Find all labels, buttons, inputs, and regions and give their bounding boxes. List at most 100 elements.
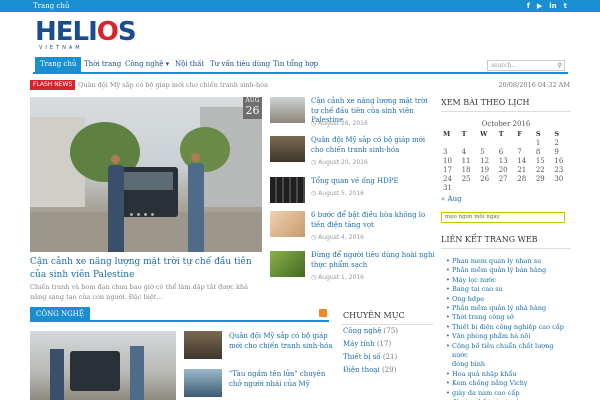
search-icon[interactable]: ⚲ xyxy=(558,61,562,70)
calendar-day[interactable]: 27 xyxy=(497,175,516,184)
calendar-day[interactable]: 17 xyxy=(441,166,460,175)
calendar-day[interactable]: 3 xyxy=(441,148,460,157)
calendar-day[interactable]: 4 xyxy=(460,148,479,157)
nav-item-general-news[interactable]: Tin tổng hợp xyxy=(268,57,323,72)
calendar-day[interactable]: 13 xyxy=(497,157,516,166)
twitter-icon[interactable]: t xyxy=(564,1,567,11)
section-post-thumbnail[interactable] xyxy=(184,331,222,359)
side-post-date: ◷ August 26, 2016 xyxy=(311,120,368,127)
calendar-weekday: S xyxy=(535,130,541,138)
calendar-day[interactable]: 12 xyxy=(478,157,497,166)
side-post[interactable]: Tổng quan về ống HDPE ◷ August 5, 2016 xyxy=(270,177,435,213)
calendar-day[interactable]: 2 xyxy=(552,139,571,148)
nav-item-technology[interactable]: Công nghệ ▾ xyxy=(120,57,174,72)
categories-heading: CHUYÊN MỤC xyxy=(341,307,433,325)
calendar-day[interactable]: 6 xyxy=(497,148,516,157)
link-item[interactable]: Phan mem quan ly nhan su xyxy=(446,257,568,267)
calendar-day[interactable]: 9 xyxy=(552,148,571,157)
link-item[interactable]: Bang tai cao su xyxy=(446,285,568,295)
link-item[interactable]: giày da nam cao cấp xyxy=(446,389,568,399)
category-item[interactable]: Máy tính (17) xyxy=(341,338,433,351)
calendar-day[interactable]: 15 xyxy=(534,157,553,166)
nav-item-furniture[interactable]: Nội thất xyxy=(170,57,209,72)
calendar-day[interactable]: 22 xyxy=(534,166,553,175)
section-label[interactable]: CÔNG NGHỆ xyxy=(30,307,90,322)
search-keyword-field[interactable]: mẹo ngon mỗi ngày xyxy=(441,212,565,223)
calendar-day[interactable]: 19 xyxy=(478,166,497,175)
logo-subtext: VIETNAM xyxy=(39,45,83,51)
calendar-day xyxy=(534,184,553,193)
nav-item-consumer-advice[interactable]: Tư vấn tiêu dùng xyxy=(205,57,275,72)
calendar-day[interactable]: 11 xyxy=(460,157,479,166)
side-post[interactable]: 6 bước để bật điều hòa không lo tiền điệ… xyxy=(270,211,435,247)
facebook-icon[interactable]: f xyxy=(527,1,530,11)
top-bar: Trang chủ f ▶ in t xyxy=(0,0,600,12)
section-post-title[interactable]: "Tàu ngầm tên lửa" chuyên chở người nhái… xyxy=(229,369,334,389)
side-post[interactable]: Quân đội Mỹ sắp có bộ giáp mới cho chiến… xyxy=(270,136,435,172)
side-post[interactable]: Cận cảnh xe năng lượng mặt trời tự chế đ… xyxy=(270,97,435,133)
calendar-day[interactable]: 24 xyxy=(441,175,460,184)
flash-news-bar: FLASH NEWS Quân đội Mỹ sắp có bộ giáp mớ… xyxy=(30,80,570,90)
side-post-title[interactable]: 6 bước để bật điều hòa không lo tiền điệ… xyxy=(311,211,435,230)
calendar-day[interactable]: 20 xyxy=(497,166,516,175)
link-item[interactable]: Công bố tiêu chuẩn chất lượng nước xyxy=(446,342,568,361)
calendar-weekday: W xyxy=(480,130,488,138)
side-post-thumbnail[interactable] xyxy=(270,211,305,237)
calendar-day[interactable]: 23 xyxy=(552,166,571,175)
side-post-title[interactable]: Tổng quan về ống HDPE xyxy=(311,177,435,187)
nav-item-home[interactable]: Trang chủ xyxy=(35,57,82,72)
calendar-prev-link[interactable]: « Aug xyxy=(441,195,571,203)
side-post-title[interactable]: Đừng để người tiêu dùng hoài nghi thực p… xyxy=(311,251,435,270)
calendar-day[interactable]: 7 xyxy=(515,148,534,157)
link-item[interactable]: Thiết bị điện công nghiệp cao cấp xyxy=(446,323,568,333)
side-post-thumbnail[interactable] xyxy=(270,251,305,277)
category-item[interactable]: Thiết bị số (21) xyxy=(341,351,433,364)
rss-icon[interactable] xyxy=(319,309,327,317)
section-main-image[interactable] xyxy=(30,331,176,400)
side-post-thumbnail[interactable] xyxy=(270,136,305,162)
calendar-day[interactable]: 31 xyxy=(441,184,460,193)
link-item[interactable]: Ong hdpe xyxy=(446,295,568,305)
hero-title[interactable]: Cận cảnh xe năng lượng mặt trời tự chế đ… xyxy=(30,256,262,282)
link-item[interactable]: đóng bình xyxy=(446,360,568,369)
calendar-day[interactable]: 16 xyxy=(552,157,571,166)
link-item[interactable]: Kem chống nắng Vichy xyxy=(446,379,568,389)
hero-date-badge: AUG 26 xyxy=(243,97,262,119)
search-input[interactable]: search... ⚲ xyxy=(487,60,565,71)
link-item[interactable]: Văn phòng phẩm hà nội xyxy=(446,332,568,342)
calendar-day[interactable]: 8 xyxy=(534,148,553,157)
calendar-day[interactable]: 30 xyxy=(552,175,571,184)
category-item[interactable]: Công nghệ (75) xyxy=(341,325,433,338)
link-item[interactable]: Máy lọc nước xyxy=(446,276,568,286)
calendar-day[interactable]: 29 xyxy=(534,175,553,184)
side-post[interactable]: Đừng để người tiêu dùng hoài nghi thực p… xyxy=(270,251,435,287)
calendar-day xyxy=(460,184,479,193)
side-post-thumbnail[interactable] xyxy=(270,97,305,123)
side-post-title[interactable]: Quân đội Mỹ sắp có bộ giáp mới cho chiến… xyxy=(311,136,435,155)
link-item[interactable]: Thời trang công sở xyxy=(446,313,568,323)
calendar-day[interactable]: 10 xyxy=(441,157,460,166)
calendar-day[interactable]: 14 xyxy=(515,157,534,166)
calendar-day xyxy=(460,139,479,148)
calendar-day[interactable]: 18 xyxy=(460,166,479,175)
logo-text-a: HELI xyxy=(35,17,98,47)
link-item[interactable]: Phần mềm quản lý bán hàng xyxy=(446,266,568,276)
calendar-day[interactable]: 5 xyxy=(478,148,497,157)
topbar-home-link[interactable]: Trang chủ xyxy=(33,1,69,11)
category-item[interactable]: Điện thoại (29) xyxy=(341,364,433,377)
link-item[interactable]: Hoa quả nhập khẩu xyxy=(446,370,568,380)
side-post-thumbnail[interactable] xyxy=(270,177,305,203)
side-post-date: ◷ August 5, 2016 xyxy=(311,190,364,197)
calendar-day[interactable]: 1 xyxy=(534,139,553,148)
flash-news-ticker[interactable]: Quân đội Mỹ sắp có bộ giáp mới cho chiến… xyxy=(78,80,268,90)
calendar-day[interactable]: 25 xyxy=(460,175,479,184)
linkedin-icon[interactable]: in xyxy=(549,1,556,11)
calendar-day[interactable]: 26 xyxy=(478,175,497,184)
site-logo[interactable]: HELIOS VIETNAM xyxy=(35,17,137,54)
section-post-thumbnail[interactable] xyxy=(184,369,222,397)
youtube-icon[interactable]: ▶ xyxy=(537,1,542,11)
hero-image[interactable] xyxy=(30,97,262,252)
calendar-day[interactable]: 28 xyxy=(515,175,534,184)
section-post-title[interactable]: Quân đội Mỹ sắp có bộ giáp mới cho chiến… xyxy=(229,331,334,351)
calendar-day[interactable]: 21 xyxy=(515,166,534,175)
